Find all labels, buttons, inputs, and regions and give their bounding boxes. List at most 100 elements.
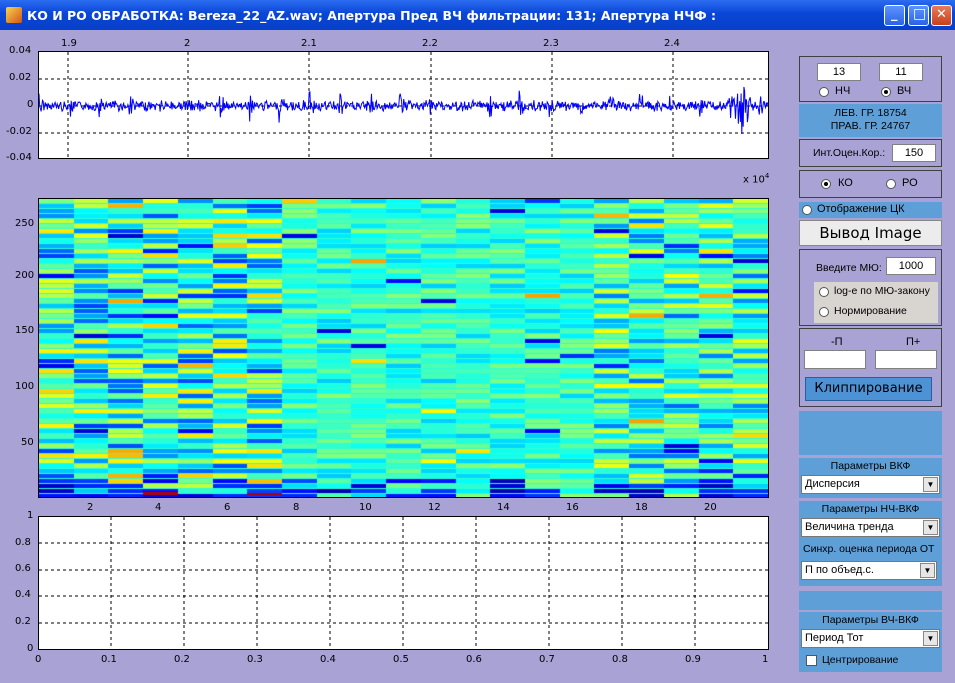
waveform-top-tick: 2.4 bbox=[664, 38, 680, 49]
vkf-params-group: Параметры ВКФ Дисперсия ▼ bbox=[799, 458, 942, 498]
nch-vkf-header: Параметры НЧ-ВКФ bbox=[821, 503, 920, 515]
waveform-y-tick: 0 bbox=[27, 99, 34, 110]
lower-x-tick: 0.3 bbox=[247, 654, 263, 665]
lower-y-tick: 0.6 bbox=[15, 563, 31, 574]
lower-x-tick: 0.8 bbox=[612, 654, 628, 665]
right-boundary-text: ПРАВ. ГР. 24767 bbox=[830, 120, 911, 132]
int-input[interactable]: 150 bbox=[892, 144, 936, 162]
centering-label: Центрирование bbox=[822, 654, 899, 666]
waveform-signal-line bbox=[39, 86, 768, 135]
waveform-y-tick: -0.04 bbox=[6, 152, 32, 163]
maximize-button[interactable]: □ bbox=[908, 5, 929, 26]
chevron-down-icon: ▼ bbox=[920, 563, 935, 578]
nch-radio-label: НЧ bbox=[835, 85, 851, 97]
lower-y-tick: 0.8 bbox=[15, 537, 31, 548]
lower-x-tick: 0.2 bbox=[174, 654, 190, 665]
heatmap-x-tick: 12 bbox=[428, 502, 441, 513]
vch-vkf-select-value: Период Тот bbox=[805, 632, 864, 644]
waveform-axes[interactable] bbox=[38, 51, 769, 159]
chevron-down-icon: ▼ bbox=[923, 477, 938, 492]
clipping-button[interactable]: Клиппирование bbox=[805, 377, 932, 401]
waveform-top-tick: 2 bbox=[184, 38, 191, 49]
heatmap-x-tick: 10 bbox=[359, 502, 372, 513]
sync-select[interactable]: П по объед.с. ▼ bbox=[801, 561, 937, 580]
heatmap-y-tick: 200 bbox=[15, 270, 35, 281]
minus-p-input[interactable] bbox=[804, 350, 866, 369]
ro-radio-label: РО bbox=[902, 177, 918, 189]
nch-vkf-params-group: Параметры НЧ-ВКФ Величина тренда ▼ Синхр.… bbox=[799, 501, 942, 586]
heatmap-image bbox=[39, 199, 768, 497]
lower-grid bbox=[39, 517, 768, 649]
heatmap-axes[interactable] bbox=[38, 198, 769, 498]
vkf-header: Параметры ВКФ bbox=[830, 460, 911, 472]
display-ck-label: Отображение ЦК bbox=[817, 203, 905, 215]
mu-label: Введите МЮ: bbox=[816, 262, 882, 274]
heatmap-x-tick: 14 bbox=[497, 502, 510, 513]
close-button[interactable]: ✕ bbox=[931, 5, 952, 26]
display-ck-row: Отображение ЦК bbox=[799, 202, 942, 218]
output-image-button[interactable]: Вывод Image bbox=[799, 220, 942, 246]
filter-left-input[interactable]: 13 bbox=[817, 63, 861, 81]
nch-vkf-select-value: Величина тренда bbox=[805, 521, 894, 533]
waveform-top-tick: 2.1 bbox=[301, 38, 317, 49]
lower-y-tick: 1 bbox=[27, 510, 34, 521]
heatmap-x-tick: 8 bbox=[293, 502, 300, 513]
heatmap-y-tick: 50 bbox=[21, 437, 34, 448]
normalize-label: Нормирование bbox=[834, 305, 907, 317]
sync-select-value: П по объед.с. bbox=[805, 564, 874, 576]
heatmap-x-tick: 18 bbox=[635, 502, 648, 513]
mu-input[interactable]: 1000 bbox=[886, 257, 936, 275]
lower-x-tick: 0.7 bbox=[539, 654, 555, 665]
lower-x-tick: 0 bbox=[35, 654, 42, 665]
waveform-top-tick: 2.3 bbox=[543, 38, 559, 49]
plus-p-label: П+ bbox=[906, 336, 921, 348]
waveform-y-tick: 0.04 bbox=[9, 45, 32, 56]
lower-x-tick: 0.4 bbox=[320, 654, 336, 665]
log-mu-label: log-е по МЮ-закону bbox=[834, 285, 930, 297]
vkf-select[interactable]: Дисперсия ▼ bbox=[801, 475, 940, 494]
mu-law-panel: Введите МЮ: 1000 log-е по МЮ-закону Норм… bbox=[799, 249, 942, 326]
maximize-icon: □ bbox=[913, 6, 927, 22]
lower-x-tick: 0.6 bbox=[466, 654, 482, 665]
heatmap-x-tick: 2 bbox=[87, 502, 94, 513]
nch-vkf-select[interactable]: Величина тренда ▼ bbox=[801, 518, 940, 537]
window-title: КО И РО ОБРАБОТКА: Bereza_22_AZ.wav; Апе… bbox=[27, 8, 717, 23]
ko-ro-panel: КО РО bbox=[799, 170, 942, 198]
lower-x-tick: 0.1 bbox=[101, 654, 117, 665]
vch-radio-label: ВЧ bbox=[897, 85, 912, 97]
correlation-interval-panel: Инт.Оцен.Кор.: 150 bbox=[799, 139, 942, 167]
minus-p-label: -П bbox=[831, 336, 843, 348]
chevron-down-icon: ▼ bbox=[923, 631, 938, 646]
title-bar: КО И РО ОБРАБОТКА: Bereza_22_AZ.wav; Апе… bbox=[0, 0, 955, 30]
matlab-figure-window: КО И РО ОБРАБОТКА: Bereza_22_AZ.wav; Апе… bbox=[0, 0, 955, 683]
lower-x-tick: 0.9 bbox=[685, 654, 701, 665]
chevron-down-icon: ▼ bbox=[923, 520, 938, 535]
nch-radio[interactable] bbox=[819, 87, 829, 97]
log-mu-radio[interactable] bbox=[819, 287, 829, 297]
ro-radio[interactable] bbox=[886, 179, 896, 189]
heatmap-x-tick: 20 bbox=[704, 502, 717, 513]
normalize-radio[interactable] bbox=[819, 307, 829, 317]
vch-vkf-params-group: Параметры ВЧ-ВКФ Период Тот ▼ Центрирован… bbox=[799, 612, 942, 672]
minimize-icon: _ bbox=[891, 7, 898, 22]
lower-axes[interactable] bbox=[38, 516, 769, 650]
minimize-button[interactable]: _ bbox=[884, 5, 905, 26]
filter-right-input[interactable]: 11 bbox=[879, 63, 923, 81]
ko-radio[interactable] bbox=[821, 179, 831, 189]
waveform-y-tick: -0.02 bbox=[6, 126, 32, 137]
sync-label: Синхр. оценка периода ОТ bbox=[803, 543, 935, 555]
centering-checkbox[interactable] bbox=[806, 655, 817, 666]
waveform-y-tick: 0.02 bbox=[9, 72, 32, 83]
close-icon: ✕ bbox=[936, 7, 947, 22]
heatmap-x-tick: 6 bbox=[224, 502, 231, 513]
lower-x-tick: 1 bbox=[762, 654, 769, 665]
matlab-app-icon bbox=[6, 7, 22, 23]
clipping-panel: -П П+ Клиппирование bbox=[799, 328, 942, 407]
lower-y-tick: 0 bbox=[27, 643, 34, 654]
ko-radio-label: КО bbox=[838, 177, 853, 189]
waveform-top-tick: 1.9 bbox=[61, 38, 77, 49]
vch-vkf-select[interactable]: Период Тот ▼ bbox=[801, 629, 940, 648]
display-ck-radio[interactable] bbox=[802, 205, 812, 215]
plus-p-input[interactable] bbox=[875, 350, 937, 369]
vch-radio[interactable] bbox=[881, 87, 891, 97]
